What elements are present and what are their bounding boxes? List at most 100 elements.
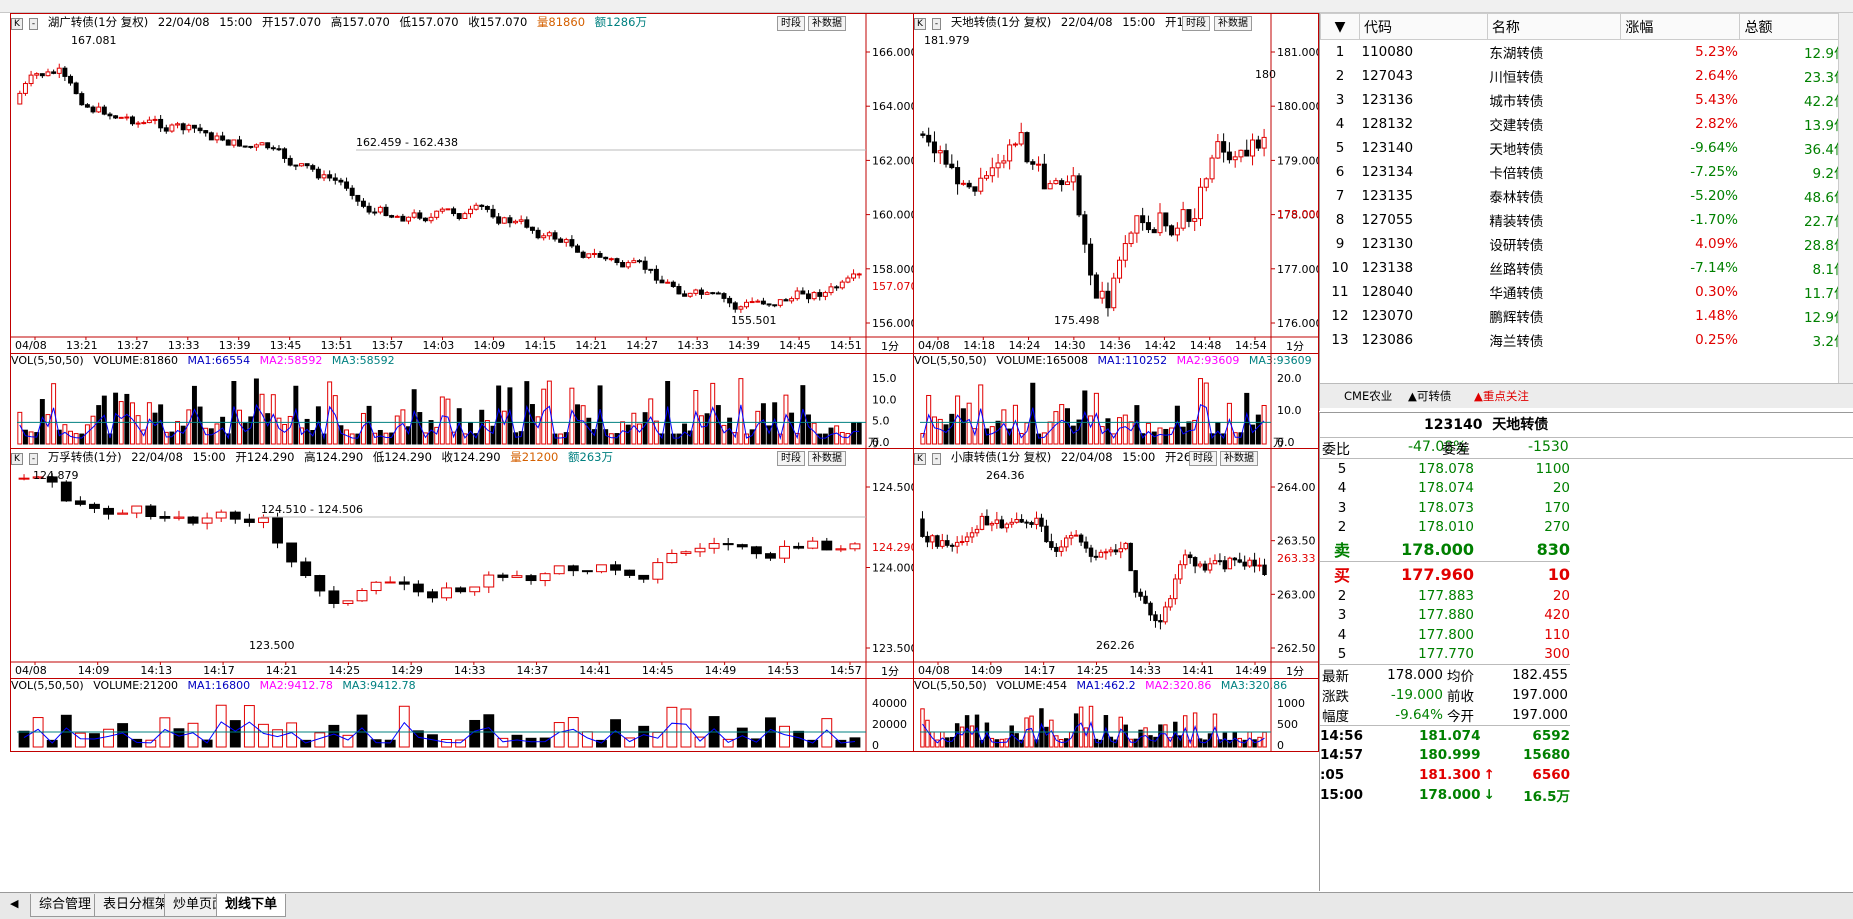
- row-amount: 42.2亿: [1803, 94, 1848, 110]
- watchlist-row[interactable]: 9 123130 设研转债 4.09% 28.8亿: [1321, 232, 1850, 256]
- col-header-name[interactable]: 名称: [1486, 13, 1622, 40]
- volume-bar: [828, 427, 834, 445]
- candle-body: [1053, 180, 1059, 185]
- watchlist-row[interactable]: 13 123086 海兰转债 0.25% 3.2亿: [1321, 328, 1850, 352]
- level-label: 5: [1337, 460, 1347, 477]
- col-header-amount[interactable]: 总额: [1739, 13, 1850, 40]
- time-tick-label: 04/08: [15, 339, 47, 352]
- watchlist-subtabs: CME农业 ▲可转债 ▲重点关注: [1320, 383, 1853, 408]
- min-price-label: 175.498: [1054, 314, 1100, 327]
- candle-body: [131, 505, 143, 514]
- watchlist-row[interactable]: 2 127043 川恒转债 2.64% 23.3亿: [1321, 64, 1850, 88]
- candle-body: [215, 511, 227, 519]
- tab-line-order[interactable]: 划线下单: [216, 894, 287, 917]
- price-tick-label: 179.000: [1277, 154, 1318, 167]
- top-toolbar[interactable]: [0, 0, 1853, 13]
- candle-body: [789, 298, 795, 302]
- candlestick-chart[interactable]: 166.000 164.000 162.000 160.000 158.000 156.0…: [11, 14, 913, 353]
- watchlist-row[interactable]: 10 123138 丝路转债 -7.14% 8.1亿: [1321, 256, 1850, 280]
- volume-bar: [698, 415, 704, 445]
- subtab-cme[interactable]: CME农业: [1344, 388, 1392, 404]
- ask-level[interactable]: 卖 178.000 830: [1320, 537, 1570, 561]
- watchlist-row[interactable]: 4 128132 交建转债 2.82% 13.9亿: [1321, 112, 1850, 136]
- candle-body: [581, 570, 593, 573]
- candle-body: [152, 118, 158, 121]
- candle-body: [610, 564, 621, 571]
- row-number: 2: [1335, 68, 1345, 84]
- time-tick-label: 14:45: [642, 664, 674, 677]
- candle-body: [1024, 132, 1030, 163]
- candle-body: [1212, 560, 1218, 565]
- sort-dropdown-icon[interactable]: ▼: [1320, 13, 1360, 40]
- ask-level[interactable]: 3 178.073 170: [1320, 498, 1570, 518]
- candle-body: [456, 213, 462, 220]
- stat-value: 182.455: [1512, 667, 1568, 683]
- candle-body: [89, 503, 100, 509]
- bid-level[interactable]: 5 177.770 300: [1320, 645, 1570, 665]
- time-tick-label: 14:17: [203, 664, 235, 677]
- candle-body: [1007, 144, 1013, 162]
- ask-level[interactable]: 5 178.078 1100: [1320, 459, 1570, 479]
- time-tick-label: 14:42: [1144, 339, 1176, 352]
- watchlist-row[interactable]: 5 123140 天地转债 -9.64% 36.4亿: [1321, 136, 1850, 160]
- watchlist-row[interactable]: 7 123135 泰林转债 -5.20% 48.6亿: [1321, 184, 1850, 208]
- level-volume: 170: [1544, 499, 1570, 516]
- tab-management[interactable]: 综合管理: [30, 894, 101, 917]
- watchlist-row[interactable]: 6 123134 卡倍转债 -7.25% 9.2亿: [1321, 160, 1850, 184]
- volume-panel-wanfu: VOL(5,50,50) VOLUME:21200 MA1:16800 MA2:…: [10, 678, 914, 752]
- candle-body: [377, 206, 383, 213]
- right-tag-label: 180: [1255, 68, 1276, 81]
- volume-bar: [1221, 433, 1227, 445]
- watchlist-scrollbar[interactable]: [1838, 13, 1853, 383]
- volume-bar: [237, 409, 242, 445]
- candle-body: [79, 93, 85, 106]
- bid-level[interactable]: 2 177.883 20: [1320, 586, 1570, 606]
- row-change: 0.30%: [1695, 284, 1738, 300]
- candle-body: [1034, 517, 1039, 525]
- subtab-convertible[interactable]: ▲可转债: [1408, 388, 1451, 404]
- weicha-label: 委差: [1442, 442, 1470, 458]
- watchlist-row[interactable]: 3 123136 城市转债 5.43% 42.2亿: [1321, 88, 1850, 112]
- candle-body: [272, 517, 283, 544]
- volume-bar: [943, 424, 949, 445]
- candle-body: [1252, 559, 1257, 567]
- candlestick-chart[interactable]: 264.00 263.50 263.00 262.50 263.33 04/08 14:09…: [914, 449, 1318, 678]
- candle-body: [954, 541, 960, 547]
- weicha-value: -1530: [1528, 439, 1569, 455]
- candle-body: [1242, 561, 1247, 567]
- level-price: 178.078: [1418, 460, 1474, 477]
- candlestick-chart[interactable]: 124.500 124.000 123.500 124.290 04/08 14:09 14…: [11, 449, 913, 678]
- tick-arrow: ↑: [1483, 766, 1495, 783]
- ask-level[interactable]: 2 178.010 270: [1320, 518, 1570, 538]
- stat-label: 今开: [1446, 709, 1474, 725]
- ask-level[interactable]: 4 178.074 20: [1320, 479, 1570, 499]
- bid-level[interactable]: 4 177.800 110: [1320, 625, 1570, 645]
- watchlist-row[interactable]: 8 127055 精装转债 -1.70% 22.7亿: [1321, 208, 1850, 232]
- candle-body: [321, 174, 327, 179]
- unit-label: 1分: [1286, 665, 1304, 678]
- subtab-focus[interactable]: ▲重点关注: [1474, 388, 1529, 404]
- volume-bar: [1064, 738, 1069, 748]
- col-header-change[interactable]: 涨幅: [1620, 13, 1741, 40]
- candle-body: [708, 543, 720, 549]
- watchlist-row[interactable]: 1 110080 东湖转债 5.23% 12.9亿: [1321, 40, 1850, 65]
- volume-bar: [304, 418, 310, 445]
- tab-scroll-left-icon[interactable]: ◀: [10, 897, 18, 910]
- bid-level[interactable]: 3 177.880 420: [1320, 606, 1570, 626]
- volume-bar: [383, 432, 389, 445]
- watchlist-row[interactable]: 11 128040 华通转债 0.30% 11.7亿: [1321, 280, 1850, 304]
- quote-name: 天地转债: [1492, 417, 1549, 433]
- row-amount: 8.1亿: [1812, 262, 1848, 278]
- candle-body: [1180, 209, 1186, 229]
- row-name: 海兰转债: [1489, 334, 1544, 350]
- bid-level[interactable]: 买 177.960 10: [1320, 562, 1570, 586]
- row-amount: 3.2亿: [1812, 334, 1848, 350]
- candlestick-chart[interactable]: 181.000 180.000 179.000 178.000 177.000 176.0…: [914, 14, 1318, 353]
- candle-body: [1073, 534, 1079, 537]
- watchlist-row[interactable]: 12 123070 鹏辉转债 1.48% 12.9亿: [1321, 304, 1850, 328]
- candle-body: [772, 304, 778, 307]
- col-header-code[interactable]: 代码: [1359, 13, 1488, 40]
- row-name: 设研转债: [1489, 238, 1544, 254]
- candle-body: [806, 293, 811, 300]
- vol-tick-label: 0: [1277, 739, 1284, 751]
